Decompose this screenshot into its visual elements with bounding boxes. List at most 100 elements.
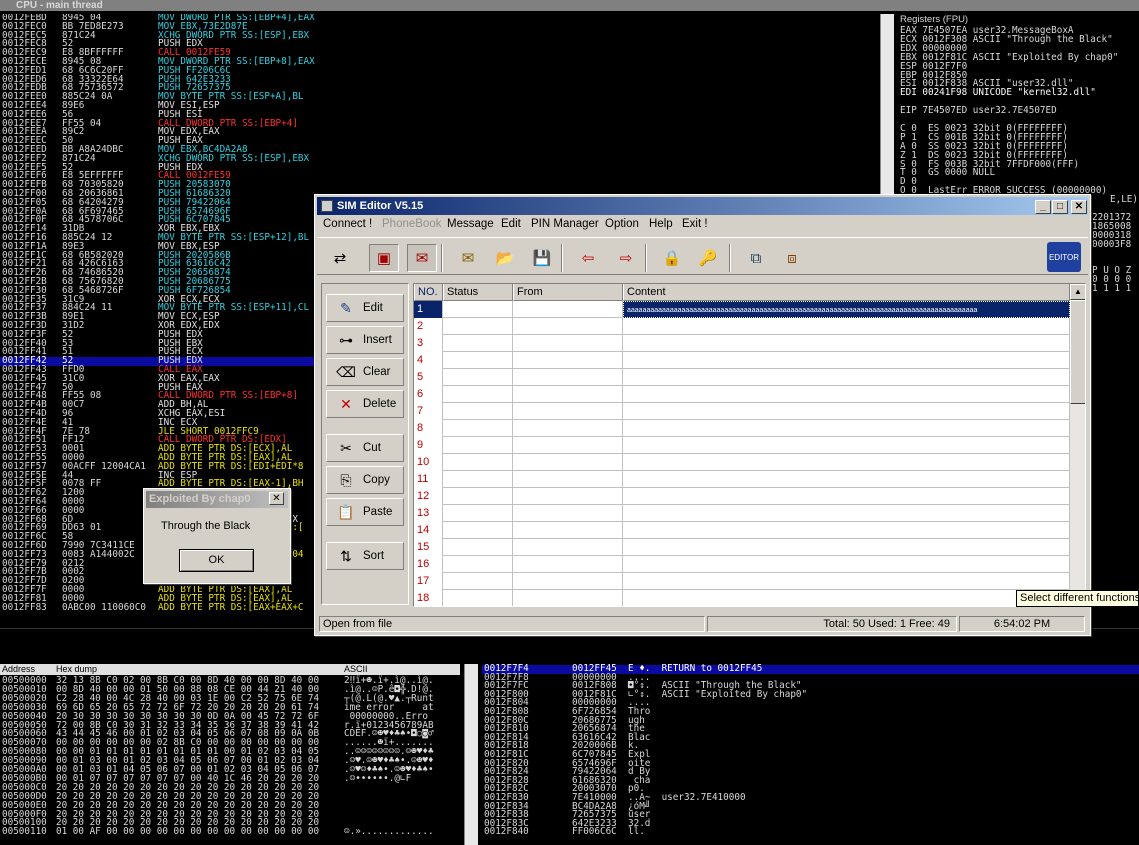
table-row[interactable]: 8 — [414, 420, 1070, 437]
side-button-cut[interactable]: ✂ Cut — [326, 434, 404, 462]
disasm-row[interactable]: 0012FEF6 E8 5EFFFFFF CALL 0012FE59 — [0, 171, 878, 181]
lock-icon[interactable]: 🔒 — [657, 244, 687, 272]
menu-help[interactable]: Help — [649, 218, 673, 230]
cell-content — [623, 335, 1070, 352]
table-row[interactable]: 2 — [414, 318, 1070, 335]
cell-status — [443, 505, 513, 522]
disasm-row[interactable]: 0012FEDB 68 75736572 PUSH 72657375 — [0, 83, 878, 93]
disasm-row[interactable]: 0012FED6 68 33322E64 PUSH 642E3233 — [0, 75, 878, 85]
key-icon[interactable]: 🔑 — [693, 244, 723, 272]
disasm-row[interactable]: 0012FEE0 885C24 0A MOV BYTE PTR SS:[ESP+A]… — [0, 92, 878, 102]
ok-button[interactable]: OK — [179, 549, 254, 572]
scroll-up-arrow-icon[interactable]: ▲ — [1070, 284, 1085, 300]
cell-content — [623, 454, 1070, 471]
cell-content — [623, 318, 1070, 335]
side-button-delete[interactable]: ✕ Delete — [326, 390, 404, 418]
column-header-status[interactable]: Status — [443, 284, 513, 301]
table-row[interactable]: 4 — [414, 352, 1070, 369]
disasm-row[interactable]: 0012FEF2 871C24 XCHG DWORD PTR SS:[ESP],EB… — [0, 154, 878, 164]
disasm-row[interactable]: 0012FEE7 FF55 04 CALL DWORD PTR SS:[EBP+4] — [0, 119, 878, 129]
hex-dump-pane[interactable]: 00500000 32 13 8B C0 02 00 8B C0 00 8D 40… — [0, 675, 460, 845]
table-row[interactable]: 10 — [414, 454, 1070, 471]
dump-header-ascii[interactable]: ASCII — [344, 664, 368, 675]
column-header-from[interactable]: From — [513, 284, 623, 301]
disasm-row[interactable]: 0012FEEC 50 PUSH EAX — [0, 136, 878, 146]
dump-header-address[interactable]: Address — [2, 664, 35, 675]
table-row[interactable]: 14 — [414, 522, 1070, 539]
side-button-insert[interactable]: ⊶ Insert — [326, 326, 404, 354]
scroll-thumb[interactable] — [1070, 300, 1085, 404]
side-button-clear[interactable]: ⌫ Clear — [326, 358, 404, 386]
dump-header-hex[interactable]: Hex dump — [56, 664, 97, 675]
dump-row[interactable]: 00500110 01 00 AF 00 00 00 00 00 00 00 00… — [0, 827, 460, 837]
disasm-row[interactable]: 0012FEC8 52 PUSH EDX — [0, 39, 878, 49]
menu-edit[interactable]: Edit — [501, 218, 521, 230]
toolbar: ⇄ ▣ ✉ ✉ 📂 💾 ⇦ ⇨ 🔒 🔑 ⧉ ⧈ EDITOR — [317, 237, 1088, 275]
save-icon[interactable]: 💾 — [527, 244, 557, 272]
side-button-paste[interactable]: 📋 Paste — [326, 498, 404, 526]
menu-option[interactable]: Option — [605, 218, 639, 230]
column-header-content[interactable]: Content — [623, 284, 1070, 301]
menu-exit[interactable]: Exit ! — [682, 218, 708, 230]
stack-pane[interactable]: 0012F7F4 0012FF45 E ♦. RETURN to 0012FF45 0… — [482, 664, 1139, 845]
table-row[interactable]: 7 — [414, 403, 1070, 420]
stack-address: 0012F840 — [484, 826, 529, 838]
table-row[interactable]: 5 — [414, 369, 1070, 386]
disasm-row[interactable]: 0012FEBD 8945 04 MOV DWORD PTR SS:[EBP+4],… — [0, 14, 878, 23]
table-row[interactable]: 15 — [414, 539, 1070, 556]
table-scrollbar[interactable]: ▲ — [1070, 284, 1085, 606]
close-button[interactable]: ✕ — [1071, 200, 1087, 214]
disasm-row[interactable]: 0012FEF5 52 PUSH EDX — [0, 163, 878, 173]
open-folder-icon[interactable]: 📂 — [490, 244, 520, 272]
sms-icon[interactable]: ✉ — [407, 244, 437, 272]
table-row[interactable]: 1 aaaaaaaaaaaaaaaaaaaaaaaaaaaaaaaaaaaaaaa… — [414, 301, 1070, 318]
settings-window-icon[interactable]: ⧈ — [777, 244, 807, 272]
disasm-row[interactable]: 0012FEE6 56 PUSH ESI — [0, 110, 878, 120]
table-row[interactable]: 11 — [414, 471, 1070, 488]
table-row[interactable]: 9 — [414, 437, 1070, 454]
side-button-edit[interactable]: ✎ Edit — [326, 294, 404, 322]
disasm-row[interactable]: 0012FEE4 89E6 MOV ESI,ESP — [0, 101, 878, 111]
copy-window-icon[interactable]: ⧉ — [741, 244, 771, 272]
table-row[interactable]: 18 — [414, 590, 1070, 606]
sim-editor-title: SIM Editor V5.15 — [337, 200, 424, 212]
import-icon[interactable]: ⇨ — [611, 244, 641, 272]
dump-scrollbar[interactable] — [464, 664, 478, 845]
sim-card-icon[interactable]: ▣ — [369, 244, 399, 272]
cell-from — [513, 539, 623, 556]
side-button-sort[interactable]: ⇅ Sort — [326, 542, 404, 570]
cell-from — [513, 403, 623, 420]
table-row[interactable]: 3 — [414, 335, 1070, 352]
sms-table[interactable]: NO. Status From Content 1 aaaaaaaaaaaaaaaaaa… — [413, 283, 1086, 607]
menu-pinmanager[interactable]: PIN Manager — [531, 218, 599, 230]
disasm-row[interactable]: 0012FEEA 89C2 MOV EDX,EAX — [0, 127, 878, 137]
disasm-row[interactable]: 0012FECE 8945 08 MOV DWORD PTR SS:[EBP+8],… — [0, 57, 878, 67]
register-fragment: 00003F8 — [1092, 238, 1132, 250]
stack-row[interactable]: 0012F840 FF006C6C ll. — [482, 826, 1139, 838]
export-icon[interactable]: ⇦ — [573, 244, 603, 272]
disasm-row[interactable]: 0012FEED BB A8A24DBC MOV EBX,BC4DA2A8 — [0, 145, 878, 155]
column-header-no[interactable]: NO. — [414, 284, 443, 301]
table-row[interactable]: 16 — [414, 556, 1070, 573]
disasm-row[interactable]: 0012FEC5 871C24 XCHG DWORD PTR SS:[ESP],EB… — [0, 31, 878, 41]
menu-connect[interactable]: Connect ! — [323, 218, 372, 230]
table-row[interactable]: 13 — [414, 505, 1070, 522]
message-icon[interactable]: ✉ — [453, 244, 483, 272]
disasm-row[interactable]: 0012FEFB 68 70305820 PUSH 20583070 — [0, 180, 878, 190]
message-box-close-icon[interactable]: ✕ — [269, 492, 284, 505]
table-row[interactable]: 6 — [414, 386, 1070, 403]
minimize-button[interactable]: _ — [1035, 200, 1051, 214]
maximize-button[interactable]: □ — [1052, 200, 1068, 214]
register-fragment: 1 1 1 1 — [1092, 283, 1132, 295]
disasm-row[interactable]: 0012FEC9 E8 8BFFFFFF CALL 0012FE59 — [0, 48, 878, 58]
sim-editor-titlebar[interactable]: SIM Editor V5.15 _ □ ✕ — [317, 197, 1088, 215]
disasm-row[interactable]: 0012FEC0 BB 7ED8E273 MOV EBX,73E2D87E — [0, 22, 878, 32]
table-row[interactable]: 12 — [414, 488, 1070, 505]
side-button-copy[interactable]: ⎘ Copy — [326, 466, 404, 494]
disasm-row[interactable]: 0012FED1 68 6C6C20FF PUSH FF206C6C — [0, 66, 878, 76]
menu-message[interactable]: Message — [447, 218, 494, 230]
disasm-hex: 00ACFF 12004CA1 — [62, 460, 146, 472]
connect-icon[interactable]: ⇄ — [325, 244, 355, 272]
table-row[interactable]: 17 — [414, 573, 1070, 590]
message-box-title[interactable]: Exploited By chap0 — [146, 491, 288, 508]
